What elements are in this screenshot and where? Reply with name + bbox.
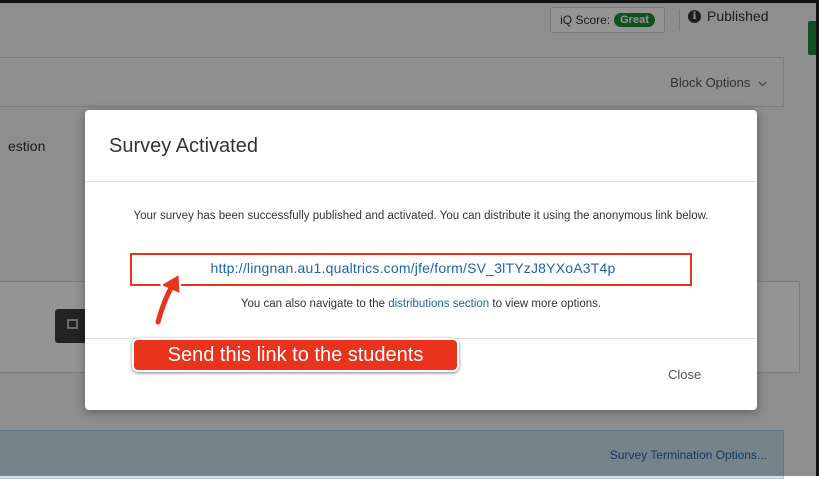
annotation-arrow	[154, 273, 182, 326]
annotation-callout: Send this link to the students	[132, 338, 459, 372]
frame-top-border	[0, 0, 819, 3]
